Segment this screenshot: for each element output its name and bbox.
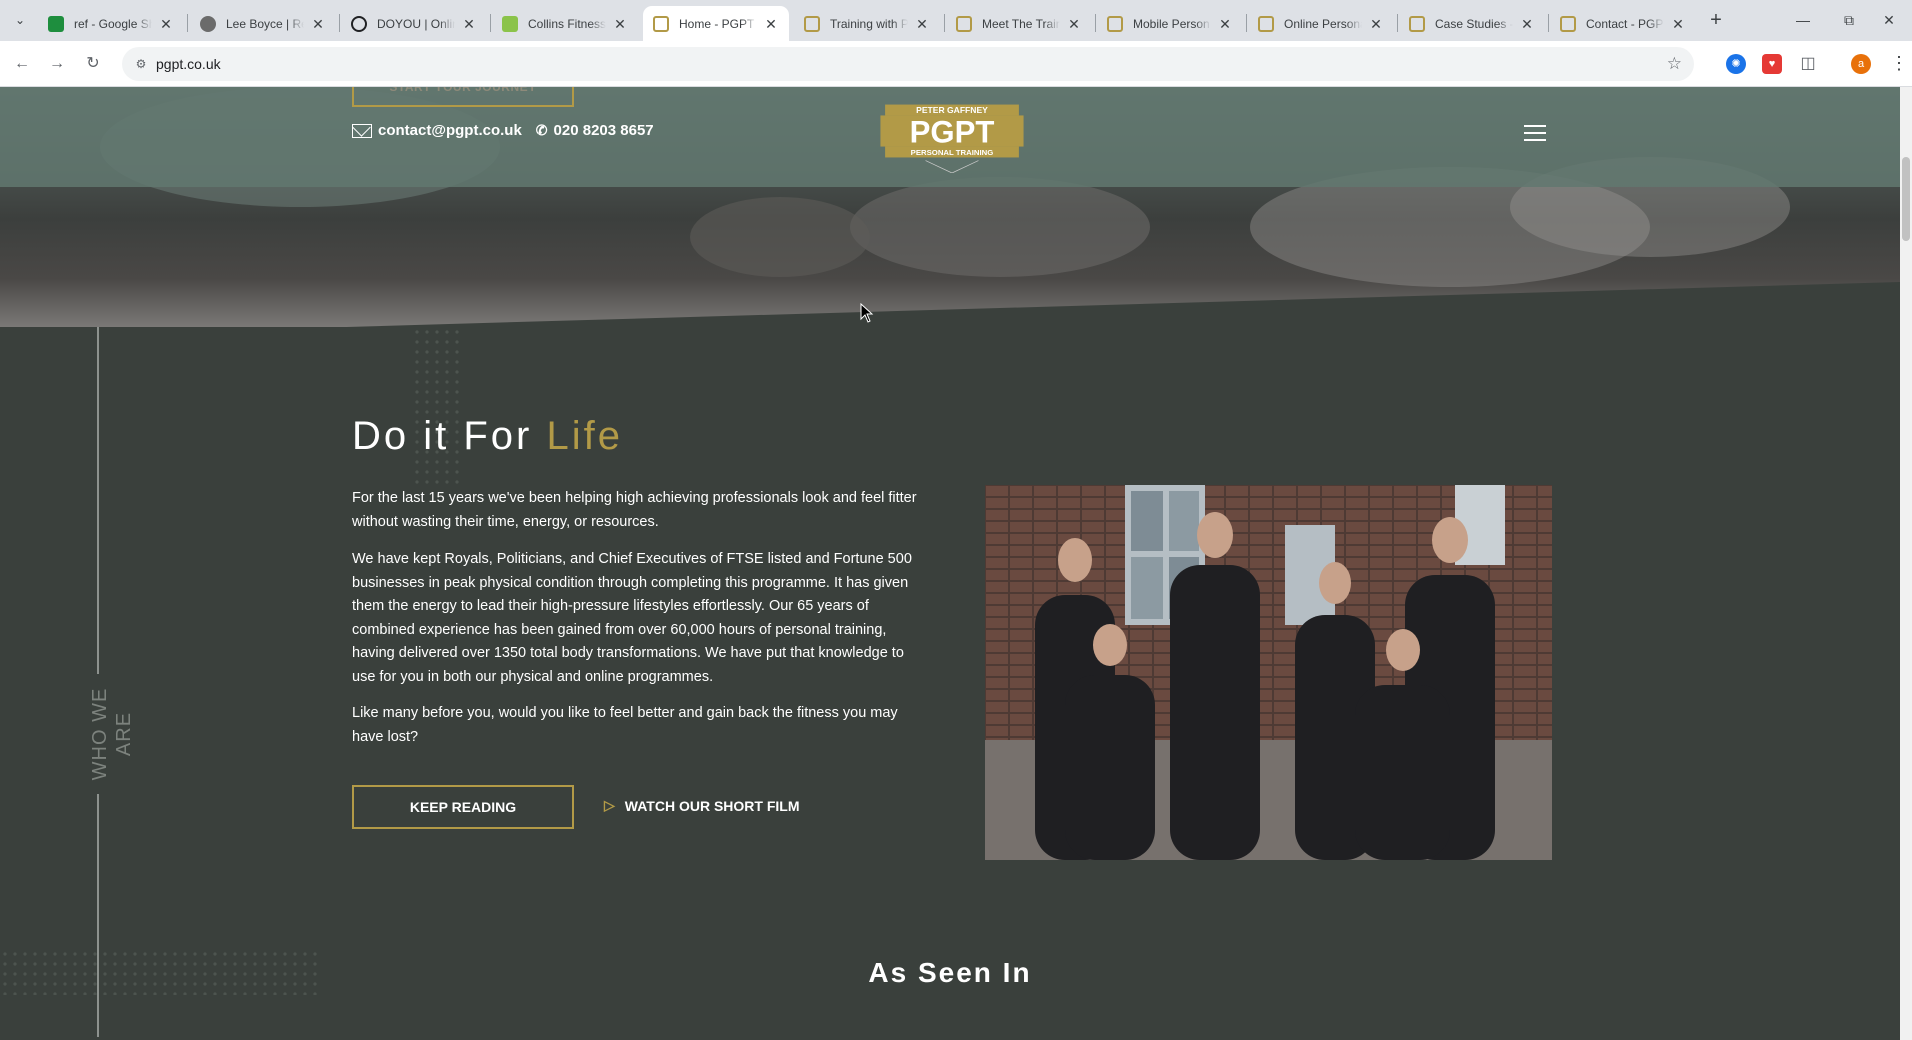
pgpt-folder-icon — [1560, 15, 1576, 32]
start-your-journey-button[interactable]: START YOUR JOURNEY — [352, 87, 574, 107]
site-info-icon[interactable]: ⚙ — [132, 55, 150, 73]
circle-logo-icon — [351, 15, 367, 32]
extension-shield-icon[interactable]: ♥ — [1762, 54, 1782, 74]
contact-info: contact@pgpt.co.uk ✆ 020 8203 8657 — [352, 122, 654, 139]
section-diagonal-divider — [0, 282, 1900, 337]
tab-training-with[interactable]: Training with P ✕ — [794, 6, 940, 41]
tab-online-personal[interactable]: Online Persona ✕ — [1248, 6, 1394, 41]
tab-collins-fitness[interactable]: Collins Fitness ✕ — [492, 6, 638, 41]
email-link[interactable]: contact@pgpt.co.uk — [378, 122, 522, 139]
web-page: START YOUR JOURNEY contact@pgpt.co.uk ✆ … — [0, 87, 1900, 1040]
team-photo — [985, 485, 1552, 860]
pgpt-logo[interactable]: PETER GAFFNEY PGPT PERSONAL TRAINING — [858, 103, 1046, 173]
bookmark-star-icon[interactable]: ☆ — [1667, 54, 1682, 74]
close-tab-icon[interactable]: ✕ — [1670, 16, 1686, 32]
new-tab-button[interactable]: + — [1704, 8, 1728, 32]
pgpt-folder-icon — [956, 15, 972, 32]
scrollbar-thumb[interactable] — [1902, 157, 1910, 241]
close-tab-icon[interactable]: ✕ — [914, 16, 930, 32]
square-green-icon — [502, 15, 518, 32]
reload-icon[interactable]: ↻ — [81, 52, 105, 76]
pgpt-folder-icon — [653, 15, 669, 32]
close-tab-icon[interactable]: ✕ — [612, 16, 628, 32]
decorative-dots — [412, 327, 464, 487]
play-icon: ▷ — [604, 797, 615, 813]
phone-icon: ✆ — [535, 122, 548, 138]
page-scrollbar[interactable] — [1900, 87, 1912, 1040]
sheets-icon — [48, 15, 64, 32]
browser-tab-bar: ⌄ ref - Google Sh ✕ Lee Boyce | Rea ✕ DO… — [0, 0, 1912, 41]
browser-menu-icon[interactable]: ⋮ — [1890, 52, 1908, 74]
close-tab-icon[interactable]: ✕ — [1519, 16, 1535, 32]
back-icon[interactable]: ← — [10, 52, 34, 76]
minimize-icon[interactable]: — — [1780, 0, 1826, 41]
tab-search-chevron-icon[interactable]: ⌄ — [8, 8, 32, 32]
phone-link[interactable]: 020 8203 8657 — [554, 122, 654, 139]
experience-paragraph: We have kept Royals, Politicians, and Ch… — [352, 551, 912, 685]
who-we-are-label: WHO WE ARE — [88, 674, 135, 794]
hamburger-menu-icon[interactable] — [1524, 125, 1546, 141]
envelope-icon — [352, 123, 372, 138]
pgpt-folder-icon — [1107, 15, 1123, 32]
extensions-puzzle-icon[interactable]: ◫ — [1798, 54, 1818, 74]
close-tab-icon[interactable]: ✕ — [1217, 16, 1233, 32]
profile-avatar[interactable]: a — [1851, 54, 1871, 74]
url-text[interactable]: pgpt.co.uk — [156, 56, 221, 72]
tab-ref-sheets[interactable]: ref - Google Sh ✕ — [38, 6, 184, 41]
tab-doyou[interactable]: DOYOU | Onlin ✕ — [341, 6, 487, 41]
site-header: START YOUR JOURNEY contact@pgpt.co.uk ✆ … — [0, 87, 1900, 187]
close-tab-icon[interactable]: ✕ — [310, 16, 326, 32]
logo-main-text: PGPT — [910, 115, 995, 150]
tab-contact-pgpt[interactable]: Contact - PGPT ✕ — [1550, 6, 1696, 41]
keep-reading-button[interactable]: KEEP READING — [352, 785, 574, 829]
close-tab-icon[interactable]: ✕ — [1368, 16, 1384, 32]
question-paragraph: Like many before you, would you like to … — [352, 705, 898, 745]
tab-lee-boyce[interactable]: Lee Boyce | Rea ✕ — [190, 6, 336, 41]
tab-home-pgpt[interactable]: Home - PGPT ✕ — [643, 6, 789, 41]
tab-meet-the-trainers[interactable]: Meet The Train ✕ — [946, 6, 1092, 41]
pgpt-folder-icon — [1258, 15, 1274, 32]
logo-bottom-text: PERSONAL TRAINING — [911, 148, 994, 157]
pgpt-folder-icon — [1409, 15, 1425, 32]
pgpt-folder-icon — [804, 15, 820, 32]
extension-globe-icon[interactable]: ✺ — [1726, 54, 1746, 74]
watch-film-label: WATCH OUR SHORT FILM — [624, 797, 800, 814]
section-heading: Do it For Life — [352, 414, 623, 458]
tab-case-studies[interactable]: Case Studies - ✕ — [1399, 6, 1545, 41]
as-seen-in-heading: As Seen In — [868, 957, 1032, 988]
watch-short-film-button[interactable]: ▷ WATCH OUR SHORT FILM — [604, 797, 800, 814]
team-photo-illustration — [985, 485, 1552, 860]
heading-accent: Life — [546, 414, 623, 458]
close-tab-icon[interactable]: ✕ — [1066, 16, 1082, 32]
close-tab-icon[interactable]: ✕ — [461, 16, 477, 32]
close-window-icon[interactable]: ✕ — [1866, 0, 1912, 41]
address-bar[interactable]: ⚙ pgpt.co.uk ☆ — [122, 47, 1694, 81]
profile-photo-icon — [200, 15, 216, 32]
mouse-cursor-icon — [860, 303, 874, 323]
logo-top-text: PETER GAFFNEY — [916, 105, 988, 115]
browser-toolbar: ← → ↻ ⚙ pgpt.co.uk ☆ ✺ ♥ ◫ a ⋮ — [0, 41, 1912, 87]
tab-mobile-personal[interactable]: Mobile Person ✕ — [1097, 6, 1243, 41]
forward-icon[interactable]: → — [45, 52, 69, 76]
intro-paragraph: For the last 15 years we've been helping… — [352, 490, 917, 530]
close-tab-icon[interactable]: ✕ — [158, 16, 174, 32]
close-tab-icon[interactable]: ✕ — [763, 16, 779, 32]
